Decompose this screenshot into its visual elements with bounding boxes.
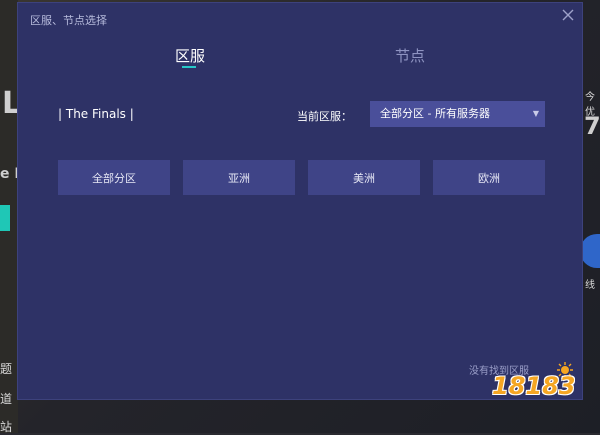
current-region-label: 当前区服：: [297, 110, 352, 123]
region-button-americas[interactable]: 美洲: [308, 160, 420, 195]
active-tab-indicator: [182, 66, 196, 68]
background-text: 道: [0, 392, 13, 406]
region-button-asia[interactable]: 亚洲: [183, 160, 295, 195]
close-button[interactable]: [560, 7, 576, 23]
region-button-europe[interactable]: 欧洲: [433, 160, 545, 195]
close-icon: [562, 9, 574, 21]
dialog-title: 区服、节点选择: [30, 14, 107, 27]
background-text: 7: [584, 112, 600, 140]
region-button-all[interactable]: 全部分区: [58, 160, 170, 195]
region-node-dialog: 区服、节点选择 区服 节点 | The Finals | 当前区服： 全部分区 …: [17, 2, 583, 400]
tab-node[interactable]: 节点: [395, 45, 425, 66]
game-name: | The Finals |: [58, 107, 134, 121]
background-text: 题: [0, 362, 13, 376]
region-select-value: 全部分区 - 所有服务器: [380, 107, 490, 120]
background-text: 线: [585, 280, 595, 291]
caret-down-icon: ▼: [532, 109, 539, 118]
background-text: 站: [0, 420, 13, 434]
background-teal-button: [0, 205, 10, 231]
region-select[interactable]: 全部分区 - 所有服务器 ▼: [370, 101, 545, 127]
tab-region[interactable]: 区服: [175, 45, 205, 66]
watermark-logo: 18183: [492, 372, 576, 400]
